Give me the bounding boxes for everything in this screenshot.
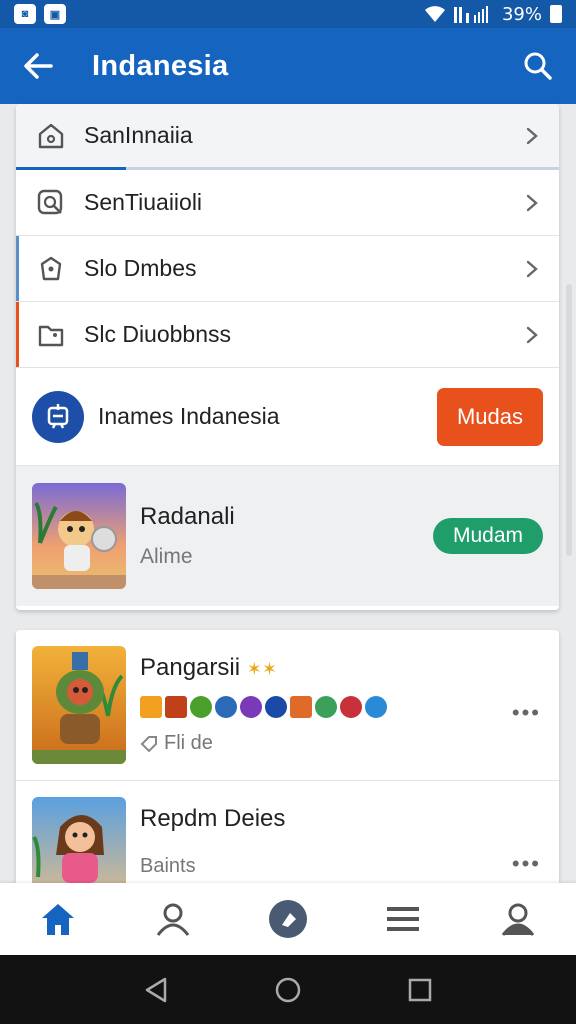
tile-badge-icon — [290, 696, 312, 718]
search-button[interactable] — [520, 48, 556, 84]
menu-item-dmbes[interactable]: Slo Dmbes — [16, 236, 559, 302]
promo-text: Inames Indanesia — [98, 403, 280, 429]
flag-badge-icon — [340, 696, 362, 718]
search-doc-icon — [34, 186, 68, 220]
list-item-name: Repdm Deies — [140, 805, 286, 832]
battery-percent: 39% — [501, 3, 542, 25]
more-options-icon[interactable]: ••• — [512, 851, 541, 877]
arrow-left-icon — [24, 53, 53, 79]
app-bar: Indanesia — [0, 28, 576, 104]
home-circle-icon[interactable] — [274, 976, 302, 1004]
game-list-card: Pangarsii ✶✶ Fli de ••• Repdm Deies Bain… — [16, 630, 559, 890]
chevron-right-icon — [526, 326, 538, 343]
chevron-right-icon — [526, 194, 538, 211]
chevron-right-icon — [526, 127, 538, 144]
nav-play[interactable] — [260, 891, 316, 947]
achievement-badges — [140, 696, 543, 718]
menu-item-search[interactable]: SenTiuaiioli — [16, 170, 559, 236]
notification-icon: ◙ — [14, 4, 36, 24]
nav-profile[interactable] — [145, 891, 201, 947]
list-item[interactable]: Pangarsii ✶✶ Fli de ••• — [16, 630, 559, 780]
promo-row: Inames Indanesia Mudas — [16, 368, 559, 466]
nav-home[interactable] — [30, 891, 86, 947]
promo-button[interactable]: Mudas — [437, 387, 543, 446]
shield-badge-icon — [265, 696, 287, 718]
featured-item[interactable]: Radanali Alime Mudam — [16, 466, 559, 606]
nav-list[interactable] — [375, 891, 431, 947]
game-thumbnail — [32, 797, 126, 890]
box-badge-icon — [165, 696, 187, 718]
list-item-subtitle: Fli de — [140, 732, 543, 755]
list-icon — [387, 907, 420, 931]
menu-item-label: SanInnaiia — [84, 122, 193, 148]
account-icon — [502, 903, 535, 936]
menu-item-label: Slo Dmbes — [84, 255, 197, 281]
menu-item-label: Slc Diuobbnss — [84, 321, 232, 347]
menu-card: SanInnaiia SenTiuaiioli Slo Dmbes Slc Di… — [16, 104, 559, 610]
system-navigation — [0, 955, 576, 1024]
bottom-navigation — [0, 883, 576, 955]
globe-badge-icon — [215, 696, 237, 718]
user-icon — [156, 903, 189, 936]
nav-account[interactable] — [490, 891, 546, 947]
search-icon — [524, 52, 552, 80]
featured-subtitle: Alime — [140, 545, 193, 568]
status-bar: ◙ ▣ 39% — [0, 0, 576, 28]
chevron-right-icon — [526, 260, 538, 277]
wifi-icon — [424, 6, 445, 22]
home-icon — [34, 119, 68, 153]
folder-icon — [34, 318, 68, 352]
scrollbar[interactable] — [566, 284, 572, 556]
game-thumbnail — [32, 483, 126, 589]
featured-name: Radanali — [140, 503, 235, 530]
gem-badge-icon — [240, 696, 262, 718]
leaf-badge-icon — [315, 696, 337, 718]
signal-icon — [453, 6, 488, 23]
play-circle-icon — [268, 900, 307, 938]
menu-item-label: SenTiuaiioli — [84, 189, 203, 215]
row-accent — [16, 302, 19, 367]
menu-item-diuobbnss[interactable]: Slc Diuobbnss — [16, 302, 559, 368]
photo-icon: ▣ — [44, 4, 66, 24]
circle-badge-icon — [190, 696, 212, 718]
list-item-name: Pangarsii ✶✶ — [140, 654, 277, 681]
recents-square-icon[interactable] — [407, 977, 433, 1003]
plane-badge-icon — [365, 696, 387, 718]
star-badge-icon — [140, 696, 162, 718]
more-options-icon[interactable]: ••• — [512, 700, 541, 726]
featured-button[interactable]: Mudam — [433, 518, 543, 554]
battery-icon — [550, 5, 562, 23]
page-title: Indanesia — [92, 49, 229, 82]
tag-icon — [140, 735, 157, 752]
tag-icon — [34, 252, 68, 286]
brand-logo-icon — [32, 390, 84, 443]
list-item[interactable]: Repdm Deies Baints ••• — [16, 781, 559, 890]
game-thumbnail — [32, 646, 126, 764]
menu-item-home[interactable]: SanInnaiia — [16, 104, 559, 170]
row-accent — [16, 236, 19, 301]
back-triangle-icon[interactable] — [143, 976, 169, 1004]
list-item-subtitle: Baints — [140, 855, 196, 877]
back-button[interactable] — [20, 48, 56, 84]
home-icon — [41, 904, 74, 935]
